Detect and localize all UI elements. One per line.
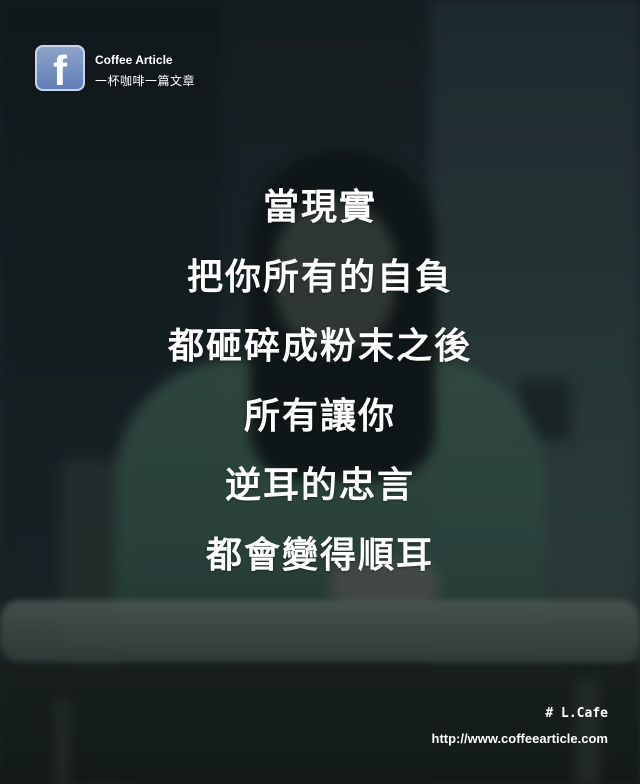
facebook-logo-letter: f [53,47,67,94]
quote-line: 所有讓你 [243,395,396,437]
quote-line: 逆耳的忠言 [224,465,415,506]
quote-line: 都會變得順耳 [205,534,434,576]
quote-poster: f Coffee Article 一杯咖啡一篇文章 當現實 把你所有的自負 都砸… [0,0,640,784]
site-name: Coffee Article [95,53,173,67]
facebook-icon: f [35,45,85,94]
quote-line: 當現實 [262,187,377,228]
quote-line: 把你所有的自負 [186,256,453,298]
quote-line: 都砸碎成粉末之後 [167,326,472,367]
quote-text: 當現實 把你所有的自負 都砸碎成粉末之後 所有讓你 逆耳的忠言 都會變得順耳 [0,188,640,605]
site-tagline: 一杯咖啡一篇文章 [95,74,196,88]
website-url: http://www.coffeearticle.com [431,731,609,746]
hashtag-label: # L.Cafe [545,706,608,721]
